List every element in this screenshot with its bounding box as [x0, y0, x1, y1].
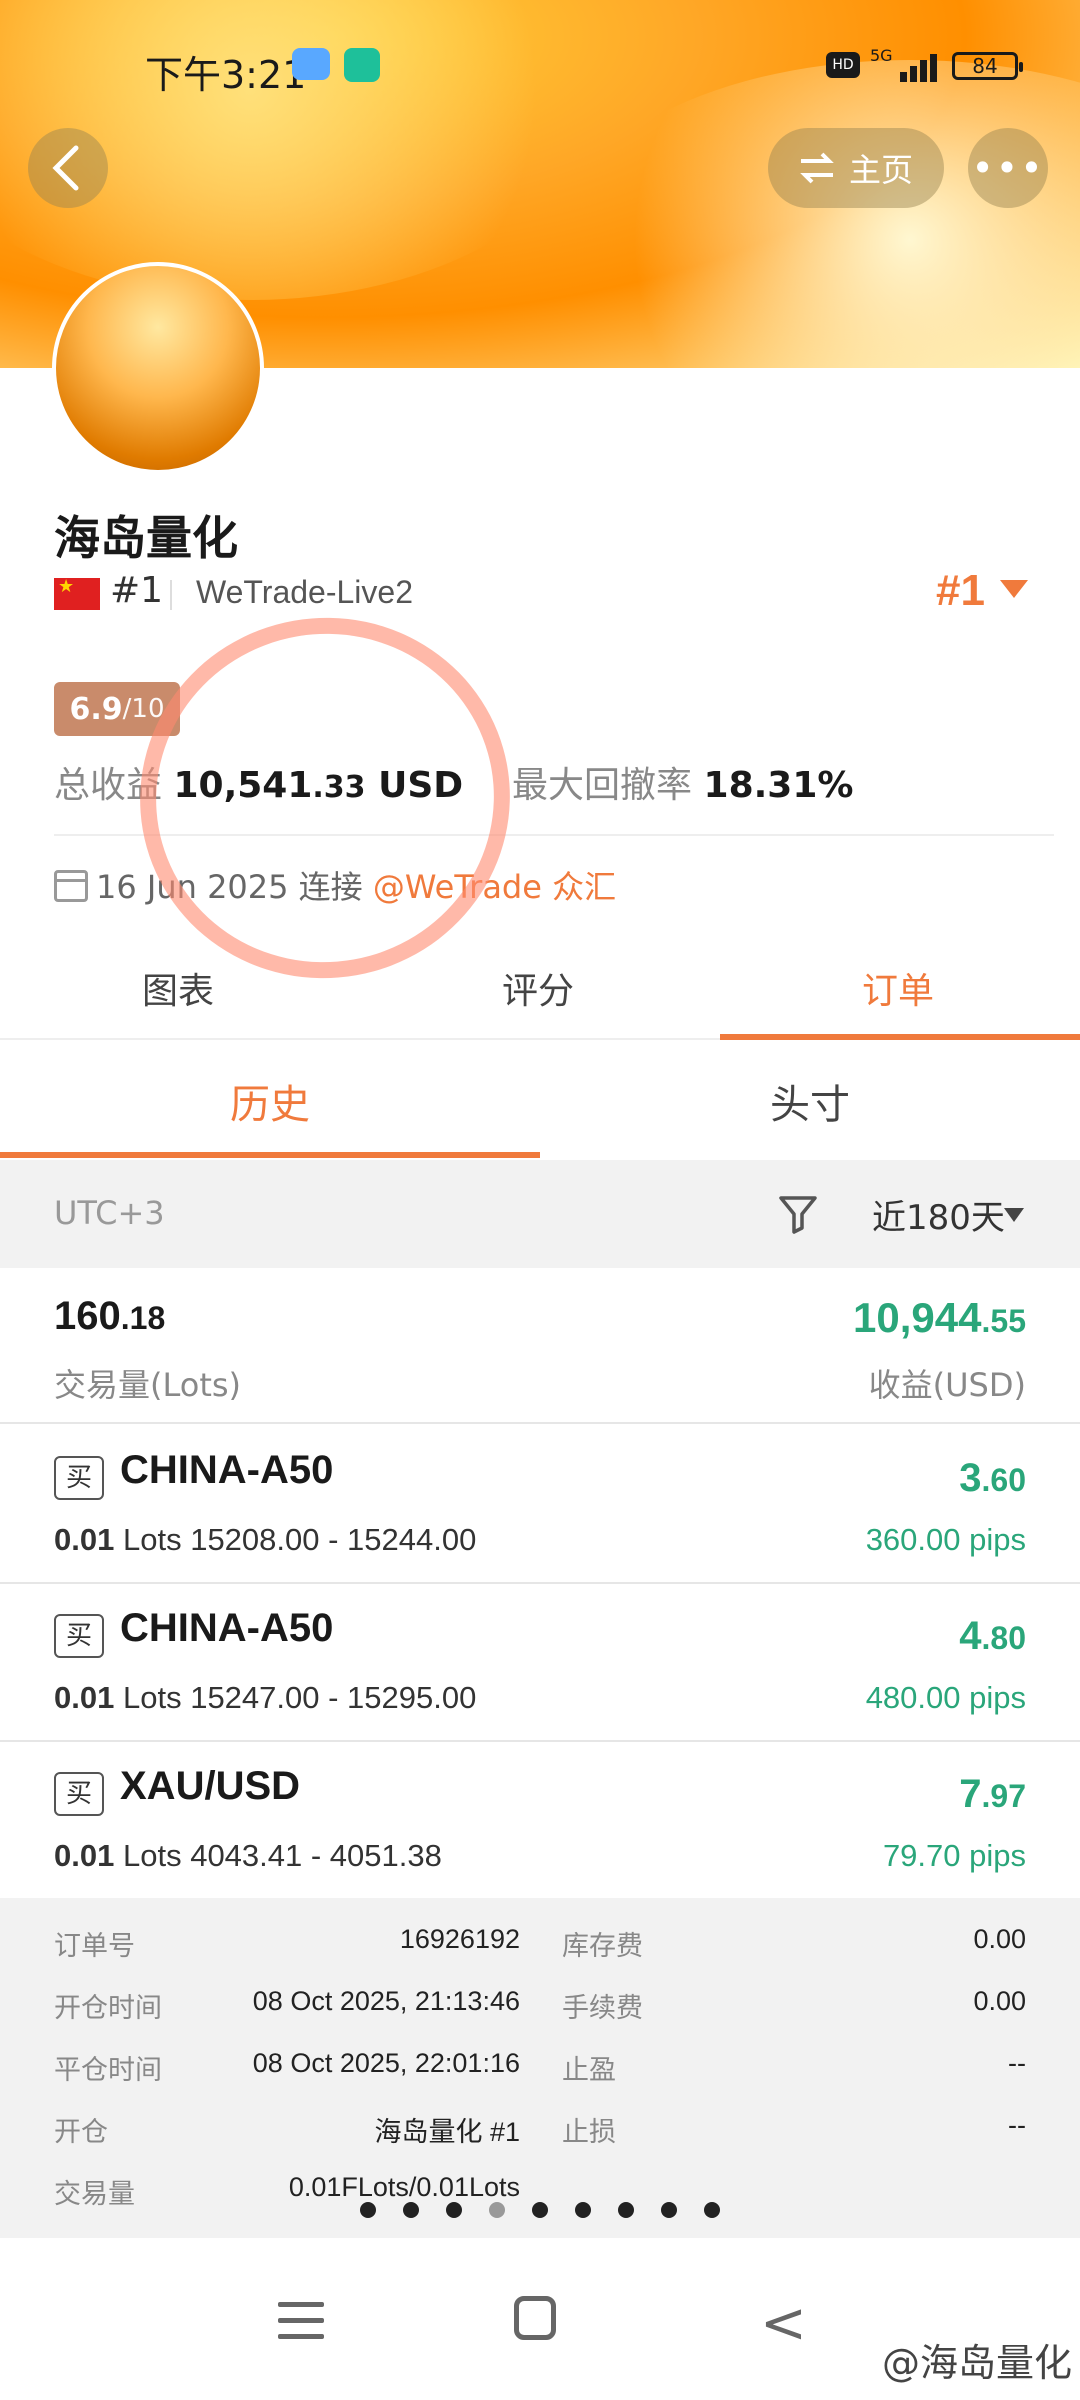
- order-detail: 0.01 Lots 15208.00 - 15244.00: [54, 1522, 477, 1557]
- total-lots-label: 交易量(Lots): [54, 1366, 242, 1404]
- watermark: @海岛量化: [881, 2341, 1072, 2385]
- detail-row: 开仓 海岛量化 #1 止损 --: [54, 2110, 1026, 2148]
- order-symbol: CHINA-A50: [120, 1448, 334, 1492]
- swap-arrows-icon: [800, 152, 834, 184]
- home-label: 主页: [848, 151, 913, 189]
- tab-orders[interactable]: 订单: [862, 962, 934, 1014]
- order-symbol: CHINA-A50: [120, 1606, 334, 1650]
- china-flag-icon: [54, 576, 100, 610]
- page-indicator: [360, 2202, 720, 2218]
- order-pips: 79.70 pips: [882, 1838, 1026, 1873]
- tab-history[interactable]: 历史: [230, 1072, 310, 1130]
- annotation-circle: [111, 588, 539, 1008]
- home-icon[interactable]: [514, 2296, 556, 2340]
- side-badge: 买: [54, 1772, 104, 1816]
- security-shield-icon: [344, 48, 380, 82]
- weather-icon: [292, 48, 330, 80]
- profile-name: 海岛量化: [54, 511, 238, 565]
- rank-small: #1: [110, 570, 164, 611]
- order-number: 16926192: [399, 1924, 520, 1954]
- total-profit: 10,944.55: [853, 1294, 1026, 1341]
- order-detail: 0.01 Lots 15247.00 - 15295.00: [54, 1680, 477, 1715]
- tab-indicator: [720, 1034, 1080, 1040]
- menu-icon[interactable]: [278, 2302, 324, 2342]
- signal-icon: 5G: [870, 46, 940, 82]
- side-badge: 买: [54, 1456, 104, 1500]
- max-drawdown-label: 最大回撤率: [512, 765, 693, 806]
- hd-icon: HD: [826, 52, 860, 78]
- order-profit: 7.97: [959, 1772, 1026, 1816]
- battery-icon: 84: [952, 52, 1023, 80]
- avatar[interactable]: [52, 262, 264, 474]
- tab-positions[interactable]: 头寸: [770, 1072, 850, 1130]
- calendar-icon: [54, 870, 88, 902]
- order-symbol: XAU/USD: [120, 1764, 301, 1808]
- order-profit: 4.80: [959, 1614, 1026, 1658]
- back-button[interactable]: [28, 128, 108, 208]
- more-dots-icon: •••: [971, 146, 1045, 190]
- timezone-label: UTC+3: [54, 1194, 165, 1232]
- caret-down-icon[interactable]: [1004, 1208, 1024, 1222]
- order-detail: 0.01 Lots 4043.41 - 4051.38: [54, 1838, 442, 1873]
- detail-row: 开仓时间 08 Oct 2025, 21:13:46 手续费 0.00: [54, 1986, 1026, 2024]
- sub-tabs: 历史 头寸: [0, 1044, 1080, 1158]
- side-badge: 买: [54, 1614, 104, 1658]
- caret-down-icon[interactable]: [1000, 580, 1028, 598]
- max-drawdown-value: 18.31%: [703, 765, 854, 806]
- total-lots: 160.18: [54, 1294, 166, 1338]
- status-time: 下午3:21: [145, 53, 307, 97]
- tab-rating[interactable]: 评分: [502, 962, 574, 1014]
- detail-row: 订单号 16926192 库存费 0.00: [54, 1924, 1026, 1962]
- back-icon[interactable]: <: [760, 2296, 807, 2352]
- filter-bar: UTC+3 近180天: [0, 1160, 1080, 1268]
- history-summary: 160.18 交易量(Lots) 10,944.55 收益(USD): [0, 1268, 1080, 1424]
- status-bar: 下午3:21 HD 5G 84: [0, 40, 1080, 97]
- home-button[interactable]: 主页: [768, 128, 944, 208]
- server-name: WeTrade-Live2: [196, 574, 413, 610]
- order-details-panel: 订单号 16926192 库存费 0.00 开仓时间 08 Oct 2025, 21:…: [0, 1898, 1080, 2238]
- rank-dropdown[interactable]: #1: [936, 566, 985, 616]
- tab-chart[interactable]: 图表: [142, 962, 214, 1014]
- tab-indicator: [0, 1152, 540, 1158]
- main-tabs: 图表 评分 订单: [0, 948, 1080, 1040]
- more-button[interactable]: •••: [968, 128, 1048, 208]
- order-pips: 360.00 pips: [865, 1522, 1026, 1557]
- filter-icon[interactable]: [778, 1194, 818, 1234]
- order-pips: 480.00 pips: [865, 1680, 1026, 1715]
- system-nav-bar: < @海岛量化: [0, 2238, 1080, 2400]
- order-row[interactable]: 买 XAU/USD 0.01 Lots 4043.41 - 4051.38 7.…: [0, 1742, 1080, 1900]
- order-profit: 3.60: [959, 1456, 1026, 1500]
- detail-row: 平仓时间 08 Oct 2025, 22:01:16 止盈 --: [54, 2048, 1026, 2086]
- chevron-left-icon: [52, 145, 79, 191]
- divider: [170, 580, 172, 610]
- total-profit-label: 收益(USD): [868, 1366, 1026, 1404]
- date-range-select[interactable]: 近180天: [872, 1190, 1005, 1239]
- order-row[interactable]: 买 CHINA-A50 0.01 Lots 15208.00 - 15244.0…: [0, 1426, 1080, 1584]
- order-row[interactable]: 买 CHINA-A50 0.01 Lots 15247.00 - 15295.0…: [0, 1584, 1080, 1742]
